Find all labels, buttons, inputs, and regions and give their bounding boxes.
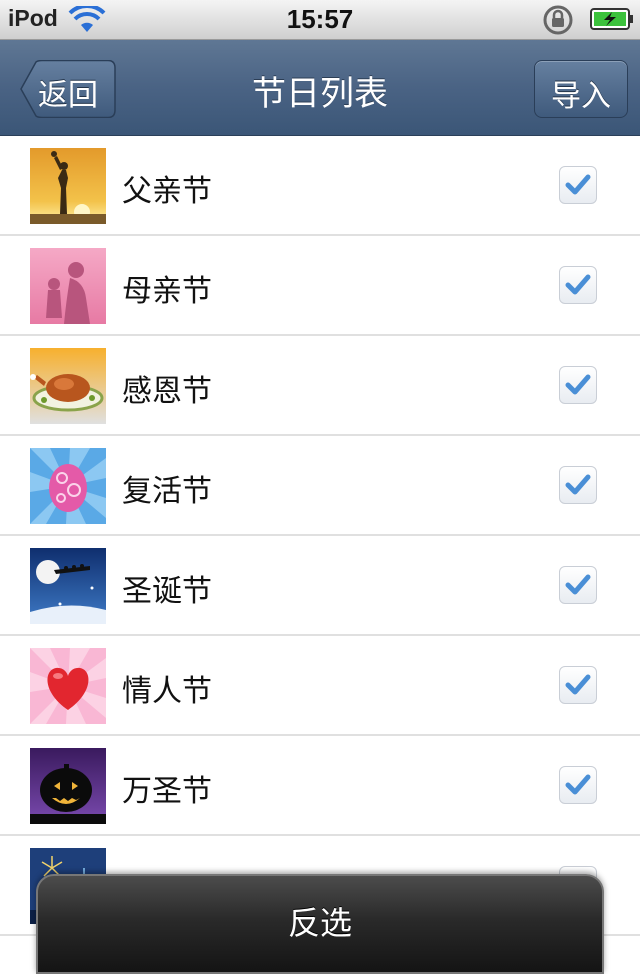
heart-icon: [30, 648, 106, 724]
checkmark-icon: [565, 774, 591, 795]
checkbox[interactable]: [559, 166, 597, 204]
jack-o-lantern-icon: [30, 748, 106, 824]
checkbox[interactable]: [559, 566, 597, 604]
checkbox[interactable]: [559, 266, 597, 304]
checkmark-icon: [565, 174, 591, 195]
list-item[interactable]: 复活节: [0, 436, 640, 536]
list-item-label: 圣诞节: [122, 574, 212, 609]
list-item[interactable]: 万圣节: [0, 736, 640, 836]
import-button[interactable]: 导入: [534, 60, 628, 118]
santa-sleigh-moon-icon: [30, 548, 106, 624]
list-item-label: 万圣节: [122, 774, 212, 809]
invert-selection-label: 反选: [287, 904, 352, 942]
checkmark-icon: [565, 374, 591, 395]
checkbox[interactable]: [559, 766, 597, 804]
list-item[interactable]: 父亲节: [0, 136, 640, 236]
checkmark-icon: [565, 274, 591, 295]
checkbox[interactable]: [559, 666, 597, 704]
list-item-label: 母亲节: [122, 274, 212, 309]
checkmark-icon: [565, 474, 591, 495]
rotation-lock-icon: [543, 5, 573, 35]
checkmark-icon: [565, 574, 591, 595]
navigation-bar: 返回 节日列表 导入: [0, 40, 640, 136]
invert-selection-button[interactable]: 反选: [36, 874, 604, 974]
checkbox[interactable]: [559, 466, 597, 504]
list-item[interactable]: 情人节: [0, 636, 640, 736]
import-button-label: 导入: [551, 79, 611, 114]
status-bar: iPod 15:57: [0, 0, 640, 40]
roast-turkey-icon: [30, 348, 106, 424]
list-item[interactable]: 圣诞节: [0, 536, 640, 636]
list-item-label: 复活节: [122, 474, 212, 509]
list-item-label: 情人节: [122, 674, 212, 709]
list-item[interactable]: 母亲节: [0, 236, 640, 336]
list-item-label: 父亲节: [122, 174, 212, 209]
battery-icon: [590, 8, 633, 30]
father-silhouette-icon: [30, 148, 106, 224]
holiday-list: 父亲节 母亲节 感恩节 复活节 圣诞节 情人节 万圣节: [0, 136, 640, 936]
checkmark-icon: [565, 674, 591, 695]
mother-silhouette-icon: [30, 248, 106, 324]
list-item-label: 感恩节: [122, 374, 212, 409]
easter-egg-icon: [30, 448, 106, 524]
list-item[interactable]: 感恩节: [0, 336, 640, 436]
checkbox[interactable]: [559, 366, 597, 404]
